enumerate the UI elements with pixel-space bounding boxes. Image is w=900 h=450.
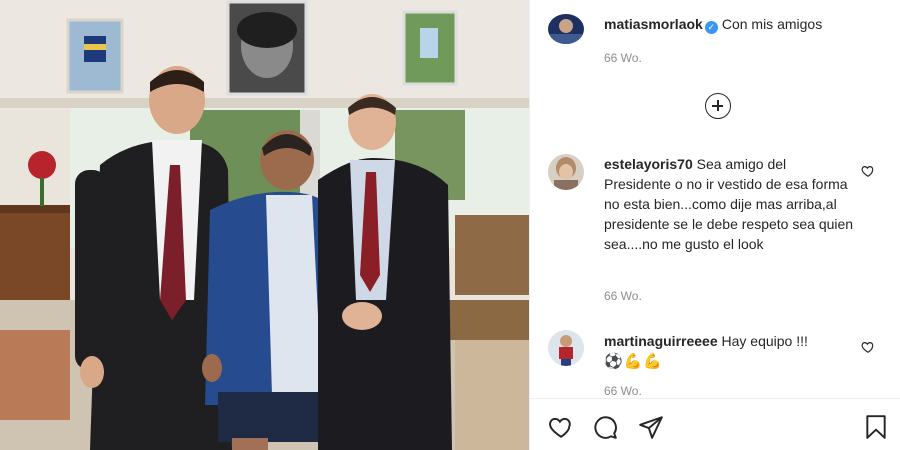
comment-like-heart-icon[interactable]: [861, 340, 875, 354]
photo-illustration: [0, 0, 529, 450]
verified-badge-icon: ✓: [704, 21, 718, 34]
comment-button[interactable]: [592, 414, 618, 440]
commenter-avatar[interactable]: [548, 154, 584, 190]
like-button[interactable]: [548, 414, 574, 440]
paper-plane-icon: [639, 416, 663, 439]
comment-username[interactable]: martinaguirreeee: [604, 333, 718, 349]
caption-timestamp[interactable]: 66 Wo.: [604, 51, 642, 65]
post-photo[interactable]: [0, 0, 529, 450]
comment-bubble-icon: [594, 416, 617, 439]
comment-text: Hay equipo !!!: [721, 333, 808, 349]
post-side-panel: matiasmorlaok ✓ Con mis amigos 66 Wo. este…: [529, 0, 900, 450]
comment-username[interactable]: estelayoris70: [604, 156, 693, 172]
bookmark-icon: [866, 415, 886, 439]
author-avatar[interactable]: [548, 14, 584, 44]
commenter-avatar[interactable]: [548, 330, 584, 366]
comment-item: martinaguirreeee Hay equipo !!! ⚽💪💪: [604, 331, 854, 371]
author-username[interactable]: matiasmorlaok: [604, 16, 703, 32]
comment-timestamp[interactable]: 66 Wo.: [604, 289, 642, 303]
heart-icon: [549, 417, 571, 438]
share-button[interactable]: [638, 414, 664, 440]
comment-emoji: ⚽💪💪: [604, 352, 664, 370]
caption-text: Con mis amigos: [721, 16, 823, 32]
comment-like-heart-icon[interactable]: [861, 164, 875, 178]
post-action-bar: [530, 398, 900, 450]
comment-timestamp[interactable]: 66 Wo.: [604, 384, 642, 398]
save-button[interactable]: [863, 414, 889, 440]
load-more-comments-button[interactable]: [705, 93, 731, 119]
post-caption: matiasmorlaok ✓ Con mis amigos: [604, 14, 894, 35]
comment-item: estelayoris70 Sea amigo del Presidente o…: [604, 154, 854, 254]
